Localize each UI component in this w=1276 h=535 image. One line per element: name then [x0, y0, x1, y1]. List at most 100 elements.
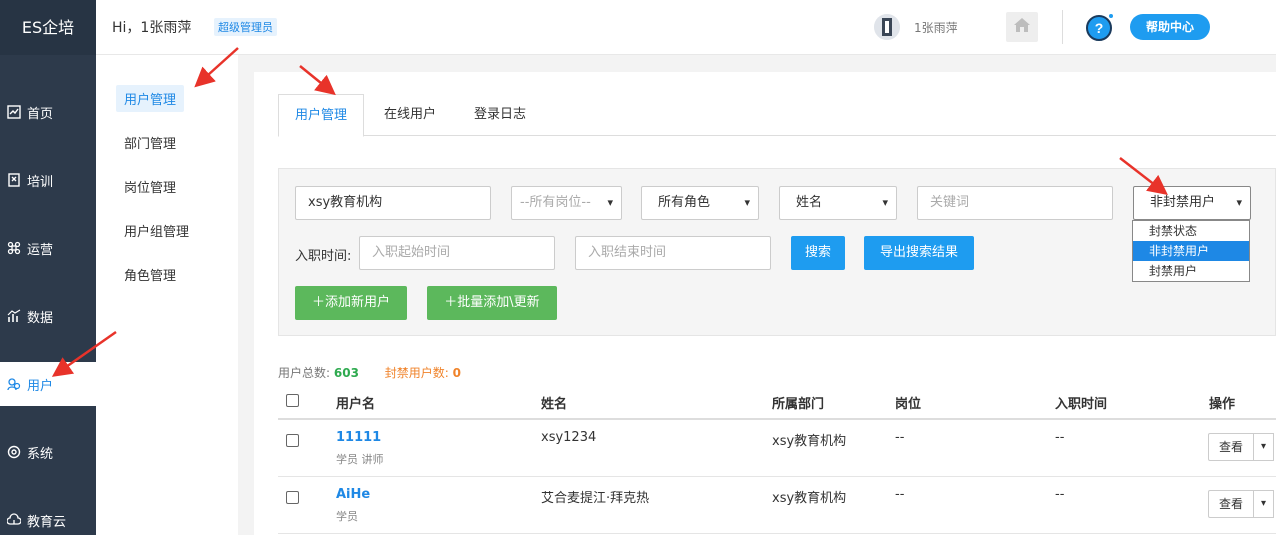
- table-row: AiHe 学员 艾合麦提江·拜克热 xsy教育机构 -- -- 查看 ▾: [278, 477, 1276, 534]
- users-icon: [6, 376, 22, 392]
- col-username: 用户名: [336, 397, 376, 412]
- ban-status-dropdown: 封禁状态 非封禁用户 封禁用户: [1132, 220, 1250, 282]
- bar-chart-icon: [6, 308, 22, 324]
- tab-online-users[interactable]: 在线用户: [368, 94, 452, 136]
- batch-add-update-button[interactable]: ＋批量添加\更新: [427, 286, 557, 320]
- col-hire-time: 入职时间: [1055, 397, 1108, 412]
- header-divider: [1062, 10, 1063, 44]
- position-select-value: --所有岗位--: [520, 195, 591, 210]
- filter-panel: xsy教育机构 --所有岗位-- ▾ 所有角色 ▾ 姓名 ▾ 关键词 非封禁用户…: [278, 168, 1276, 336]
- role-select[interactable]: 所有角色 ▾: [641, 186, 759, 220]
- org-input[interactable]: xsy教育机构: [295, 186, 491, 220]
- command-icon: [6, 240, 22, 256]
- chevron-down-icon: ▾: [1236, 196, 1242, 209]
- submenu-user-management[interactable]: 用户管理: [116, 85, 185, 112]
- sidebar-item-training[interactable]: 培训: [0, 158, 96, 202]
- sidebar-item-label: 运营: [27, 242, 54, 258]
- sidebar-item-label: 系统: [27, 446, 54, 462]
- tab-user-management[interactable]: 用户管理: [278, 94, 365, 137]
- row-checkbox[interactable]: [286, 491, 299, 504]
- ban-option-banned[interactable]: 封禁用户: [1133, 261, 1249, 281]
- ban-status-select[interactable]: 非封禁用户 ▾: [1133, 186, 1251, 220]
- col-department: 所属部门: [772, 397, 825, 412]
- main-sidebar: ES企培 首页 培训 运营 数据 用户 系统 教育云: [0, 0, 96, 535]
- top-header: Hi，1张雨萍 超级管理员 1张雨萍 ? 帮助中心: [96, 0, 1276, 55]
- col-position: 岗位: [895, 397, 922, 412]
- select-all-checkbox[interactable]: [286, 394, 299, 407]
- total-users-label: 用户总数:: [278, 366, 331, 380]
- sidebar-item-system[interactable]: 系统: [0, 430, 96, 474]
- role-select-value: 所有角色: [658, 195, 711, 210]
- username-link[interactable]: 11111: [336, 430, 381, 445]
- search-field-select-value: 姓名: [796, 195, 823, 210]
- chevron-down-icon: ▾: [744, 196, 750, 209]
- total-users-value: 603: [333, 366, 359, 380]
- sidebar-item-label: 用户: [27, 378, 54, 394]
- search-field-select[interactable]: 姓名 ▾: [779, 186, 897, 220]
- search-button[interactable]: 搜索: [791, 236, 845, 270]
- tab-login-log[interactable]: 登录日志: [458, 94, 542, 136]
- sidebar-item-edu-cloud[interactable]: 教育云: [0, 498, 96, 535]
- user-submenu: 用户管理 部门管理 岗位管理 用户组管理 角色管理: [96, 55, 238, 535]
- gear-icon: [6, 444, 22, 460]
- table-row: 11111 学员 讲师 xsy1234 xsy教育机构 -- -- 查看 ▾: [278, 420, 1276, 477]
- export-results-button[interactable]: 导出搜索结果: [864, 236, 974, 270]
- home-icon: [1013, 17, 1031, 37]
- user-hire-cell: --: [1055, 430, 1065, 445]
- help-question-icon[interactable]: ?: [1086, 12, 1116, 42]
- submenu-position-management[interactable]: 岗位管理: [116, 173, 184, 200]
- home-button[interactable]: [1006, 12, 1038, 42]
- chevron-down-icon[interactable]: ▾: [1254, 490, 1274, 518]
- ban-option-not-banned[interactable]: 非封禁用户: [1133, 241, 1249, 261]
- username-link[interactable]: AiHe: [336, 487, 370, 502]
- chevron-down-icon: ▾: [882, 196, 888, 209]
- submenu-role-management[interactable]: 角色管理: [116, 261, 184, 288]
- greeting-text: Hi，1张雨萍: [112, 20, 192, 36]
- role-badge: 超级管理员: [214, 18, 277, 36]
- cloud-icon: [6, 512, 22, 528]
- keyword-input[interactable]: 关键词: [917, 186, 1113, 220]
- user-name[interactable]: 1张雨萍: [914, 19, 958, 36]
- tab-bar: 用户管理 在线用户 登录日志: [278, 94, 1276, 137]
- user-name-cell: 艾合麦提江·拜克热: [541, 491, 650, 506]
- sidebar-item-label: 首页: [27, 106, 54, 122]
- hire-start-input[interactable]: 入职起始时间: [359, 236, 555, 270]
- user-roles: 学员: [336, 510, 358, 523]
- position-select[interactable]: --所有岗位-- ▾: [511, 186, 622, 220]
- user-position-cell: --: [895, 430, 905, 445]
- col-name: 姓名: [541, 397, 568, 412]
- book-icon: [6, 172, 22, 188]
- chevron-down-icon: ▾: [607, 196, 613, 209]
- user-hire-cell: --: [1055, 487, 1065, 502]
- sidebar-item-label: 培训: [27, 174, 54, 190]
- user-stats: 用户总数: 603 封禁用户数: 0: [278, 364, 461, 381]
- main-content: 用户管理 在线用户 登录日志 xsy教育机构 --所有岗位-- ▾ 所有角色 ▾…: [254, 72, 1276, 535]
- brand-logo[interactable]: ES企培: [0, 0, 96, 55]
- col-actions: 操作: [1209, 397, 1236, 412]
- sidebar-item-operations[interactable]: 运营: [0, 226, 96, 270]
- ban-status-select-value: 非封禁用户: [1150, 195, 1216, 210]
- svg-text:?: ?: [1095, 20, 1104, 36]
- user-position-cell: --: [895, 487, 905, 502]
- add-user-button[interactable]: ＋添加新用户: [295, 286, 407, 320]
- banned-users-label: 封禁用户数:: [384, 366, 449, 380]
- submenu-department-management[interactable]: 部门管理: [116, 129, 184, 156]
- row-checkbox[interactable]: [286, 434, 299, 447]
- user-dept-cell: xsy教育机构: [772, 434, 847, 449]
- chart-icon: [6, 104, 22, 120]
- sidebar-item-data[interactable]: 数据: [0, 294, 96, 338]
- view-button[interactable]: 查看: [1208, 433, 1254, 461]
- avatar[interactable]: [874, 14, 900, 40]
- user-name-cell: xsy1234: [541, 430, 597, 445]
- help-center-button[interactable]: 帮助中心: [1130, 14, 1210, 40]
- submenu-usergroup-management[interactable]: 用户组管理: [116, 217, 197, 244]
- ban-option-status[interactable]: 封禁状态: [1133, 221, 1249, 241]
- hire-end-input[interactable]: 入职结束时间: [575, 236, 771, 270]
- banned-users-value: 0: [452, 366, 461, 380]
- chevron-down-icon[interactable]: ▾: [1254, 433, 1274, 461]
- user-dept-cell: xsy教育机构: [772, 491, 847, 506]
- sidebar-item-users[interactable]: 用户: [0, 362, 96, 406]
- view-button[interactable]: 查看: [1208, 490, 1254, 518]
- sidebar-item-home[interactable]: 首页: [0, 90, 96, 134]
- sidebar-item-label: 教育云: [27, 514, 67, 530]
